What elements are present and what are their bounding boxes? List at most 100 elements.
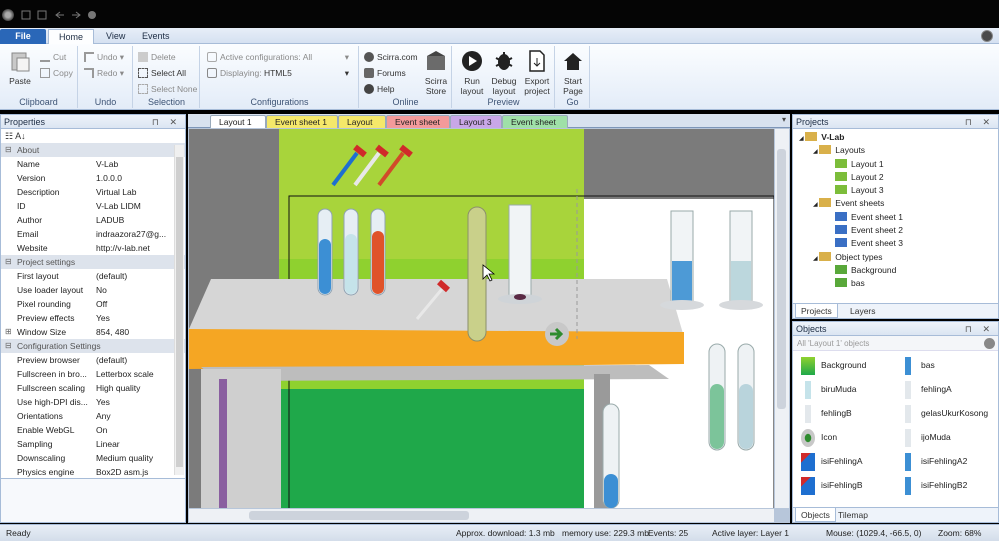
layout-canvas[interactable]	[189, 129, 774, 508]
start-page-button[interactable]: Start Page	[558, 50, 588, 96]
tree-item[interactable]: ◢ Object types	[793, 251, 998, 264]
property-value[interactable]: (default)	[96, 269, 174, 283]
property-value[interactable]: Medium quality	[96, 451, 174, 465]
properties-toolbar[interactable]: ☷ A↓	[1, 129, 185, 143]
property-category[interactable]: ⊟ Configuration Settings	[1, 339, 185, 353]
tab-tilemap[interactable]: Tilemap	[833, 508, 873, 522]
tree-item[interactable]: bas	[793, 277, 998, 290]
tab-projects[interactable]: Projects	[795, 304, 838, 318]
object-item[interactable]: fehlingA	[901, 377, 952, 401]
objects-filter[interactable]: All 'Layout 1' objects	[793, 336, 998, 351]
select-none-button[interactable]: Select None	[138, 82, 197, 97]
property-row[interactable]: Description Virtual Lab	[1, 185, 185, 199]
object-item[interactable]: ijoMuda	[901, 425, 951, 449]
document-tab[interactable]: Layout 2	[338, 115, 386, 140]
property-value[interactable]: Linear	[96, 437, 174, 451]
property-value[interactable]: Off	[96, 297, 174, 311]
property-value[interactable]: http://v-lab.net	[96, 241, 174, 255]
document-tab[interactable]: Layout 3	[450, 115, 502, 128]
scirra-link[interactable]: Scirra.com	[364, 50, 418, 65]
object-item[interactable]: Icon	[801, 425, 837, 449]
collapse-icon[interactable]: ⊟	[5, 339, 12, 353]
categorized-icon[interactable]: ☷	[5, 131, 13, 141]
property-row[interactable]: ID V-Lab LIDM	[1, 199, 185, 213]
scirra-store-button[interactable]: Scirra Store	[422, 50, 450, 96]
canvas-vertical-scrollbar[interactable]	[775, 129, 789, 508]
tree-item[interactable]: ◢ Layouts	[793, 144, 998, 157]
canvas-horizontal-scrollbar[interactable]	[189, 509, 774, 522]
tree-item[interactable]: Layout 1	[793, 158, 998, 171]
collapse-icon[interactable]: ⊟	[5, 143, 12, 157]
help-icon[interactable]	[981, 30, 993, 42]
quick-access-toolbar[interactable]	[20, 9, 100, 21]
property-value[interactable]: indraazora27@g...	[96, 227, 174, 241]
object-item[interactable]: isiFehlingA	[801, 449, 863, 473]
info-icon[interactable]	[984, 338, 995, 349]
object-item[interactable]: Background	[801, 353, 866, 377]
property-row[interactable]: Author LADUB	[1, 213, 185, 227]
tab-layers[interactable]: Layers	[845, 304, 881, 318]
property-value[interactable]: Any	[96, 409, 174, 423]
property-row[interactable]: Version 1.0.0.0	[1, 171, 185, 185]
tree-item[interactable]: ◢ Event sheets	[793, 197, 998, 210]
panel-buttons[interactable]: ⊓ ✕	[965, 322, 994, 336]
property-row[interactable]: Fullscreen in bro... Letterbox scale	[1, 367, 185, 381]
paste-button[interactable]: Paste	[6, 50, 34, 86]
tree-item[interactable]: Event sheet 1	[793, 211, 998, 224]
select-all-button[interactable]: Select All	[138, 66, 186, 81]
tree-item[interactable]: Event sheet 2	[793, 224, 998, 237]
cut-button[interactable]: Cut	[40, 50, 66, 65]
property-value[interactable]: Yes	[96, 395, 174, 409]
property-value[interactable]: Letterbox scale	[96, 367, 174, 381]
property-row[interactable]: Website http://v-lab.net	[1, 241, 185, 255]
tab-events[interactable]: Events	[132, 29, 180, 44]
object-item[interactable]: biruMuda	[801, 377, 856, 401]
tree-item[interactable]: ◢ V-Lab	[793, 131, 998, 144]
displaying-dropdown[interactable]: Displaying: HTML5 ▾	[207, 66, 353, 81]
property-value[interactable]: High quality	[96, 381, 174, 395]
property-value[interactable]: Yes	[96, 311, 174, 325]
property-row[interactable]: Sampling Linear	[1, 437, 185, 451]
property-value[interactable]: No	[96, 283, 174, 297]
help-link[interactable]: Help	[364, 82, 394, 97]
document-tab[interactable]: Event sheet 3	[502, 115, 568, 140]
property-row[interactable]: Preview browser (default)	[1, 353, 185, 367]
redo-button[interactable]: Redo ▾	[84, 66, 124, 81]
property-value[interactable]: (default)	[96, 353, 174, 367]
property-row[interactable]: ⊞ Window Size 854, 480	[1, 325, 185, 339]
sort-alpha-icon[interactable]: A↓	[15, 131, 26, 141]
forums-link[interactable]: Forums	[364, 66, 406, 81]
document-tab[interactable]: Layout 1 ✕	[210, 115, 266, 140]
tab-view[interactable]: View	[96, 29, 135, 44]
tree-item[interactable]: Event sheet 3	[793, 237, 998, 250]
property-category[interactable]: ⊟ Project settings	[1, 255, 185, 269]
properties-scrollbar[interactable]	[174, 145, 184, 475]
tab-objects[interactable]: Objects	[795, 508, 836, 522]
property-value[interactable]: V-Lab	[96, 157, 174, 171]
tab-file[interactable]: File	[0, 29, 46, 44]
scroll-thumb[interactable]	[249, 511, 469, 520]
property-value[interactable]: V-Lab LIDM	[96, 199, 174, 213]
undo-button[interactable]: Undo ▾	[84, 50, 124, 65]
property-value[interactable]: On	[96, 423, 174, 437]
property-value[interactable]: 854, 480	[96, 325, 174, 339]
run-layout-button[interactable]: Run layout	[457, 50, 487, 96]
app-icon[interactable]	[2, 9, 14, 21]
property-category[interactable]: ⊟ About	[1, 143, 185, 157]
property-row[interactable]: First layout (default)	[1, 269, 185, 283]
property-row[interactable]: Downscaling Medium quality	[1, 451, 185, 465]
property-row[interactable]: Orientations Any	[1, 409, 185, 423]
panel-buttons[interactable]: ⊓ ✕	[965, 115, 994, 129]
object-item[interactable]: fehlingB	[801, 401, 852, 425]
object-item[interactable]: bas	[901, 353, 935, 377]
active-configurations-dropdown[interactable]: Active configurations: All ▾	[207, 50, 353, 65]
tree-item[interactable]: Layout 2	[793, 171, 998, 184]
property-value[interactable]: 1.0.0.0	[96, 171, 174, 185]
property-row[interactable]: Email indraazora27@g...	[1, 227, 185, 241]
property-row[interactable]: Physics engine Box2D asm.js	[1, 465, 185, 479]
collapse-icon[interactable]: ⊟	[5, 255, 12, 269]
document-tab[interactable]: Event sheet 1	[266, 115, 338, 128]
property-row[interactable]: Pixel rounding Off	[1, 297, 185, 311]
expand-icon[interactable]: ⊞	[5, 325, 12, 339]
scroll-thumb[interactable]	[777, 149, 786, 409]
